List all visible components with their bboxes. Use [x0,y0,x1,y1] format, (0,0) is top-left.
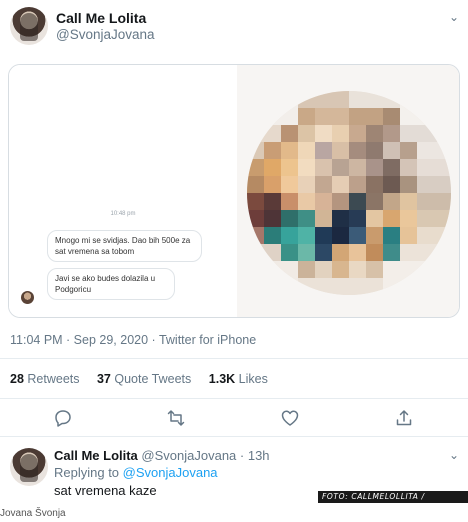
tweet-actions [0,402,468,434]
pixelated-photo [237,65,459,317]
divider [0,398,468,399]
replying-to: Replying to @SvonjaJovana [54,465,218,480]
retweets-stat[interactable]: 28 Retweets [10,372,80,386]
quotes-label: Quote Tweets [114,372,192,386]
replying-prefix: Replying to [54,465,120,480]
chat-message: Javi se ako budes dolazila u Podgoricu [47,268,175,300]
reply-icon[interactable] [53,408,73,428]
reply-author-name[interactable]: Call Me Lolita [54,448,138,463]
sender-avatar [21,291,34,304]
retweet-icon[interactable] [166,408,186,428]
tweet-stats: 28 Retweets 37 Quote Tweets 1.3K Likes [10,372,282,386]
replying-to-link[interactable]: @SvonjaJovana [123,465,218,480]
chevron-down-icon[interactable]: ⌄ [449,448,459,462]
author-avatar[interactable] [10,7,48,45]
quotes-count: 37 [96,372,111,386]
quote-tweets-stat[interactable]: 37 Quote Tweets [97,372,191,386]
reply-text: sat vremena kaze [54,483,157,498]
reply-author-handle[interactable]: @SvonjaJovana · 13h [141,448,269,463]
tweet-meta[interactable]: 11:04 PM · Sep 29, 2020 · Twitter for iP… [10,333,256,347]
chat-message: Mnogo mi se svidjas. Dao bih 500e za sat… [47,230,202,262]
retweets-label: Retweets [27,372,80,386]
divider [0,436,468,437]
reply-header: Call Me Lolita @SvonjaJovana · 13h [54,448,270,463]
retweets-count: 28 [10,372,24,386]
tweet-media[interactable]: 10:48 pm Mnogo mi se svidjas. Dao bih 50… [8,64,460,318]
chevron-down-icon[interactable]: ⌄ [449,10,459,24]
divider [0,358,468,359]
share-icon[interactable] [394,408,414,428]
chat-screenshot: 10:48 pm Mnogo mi se svidjas. Dao bih 50… [9,65,237,317]
like-icon[interactable] [280,408,300,428]
likes-label: Likes [238,372,268,386]
chat-time: 10:48 pm [110,211,136,217]
photo-credit: FOTO: CALLMELOLLITA / TWITTER [318,491,468,513]
pixelated-profile-image [247,91,451,295]
likes-count: 1.3K [208,372,236,386]
image-caption: Jovana Švonja [0,508,66,519]
author-handle[interactable]: @SvonjaJovana [56,27,155,42]
likes-stat[interactable]: 1.3K Likes [209,372,268,386]
author-name[interactable]: Call Me Lolita [56,10,146,26]
reply-author-avatar[interactable] [10,448,48,486]
